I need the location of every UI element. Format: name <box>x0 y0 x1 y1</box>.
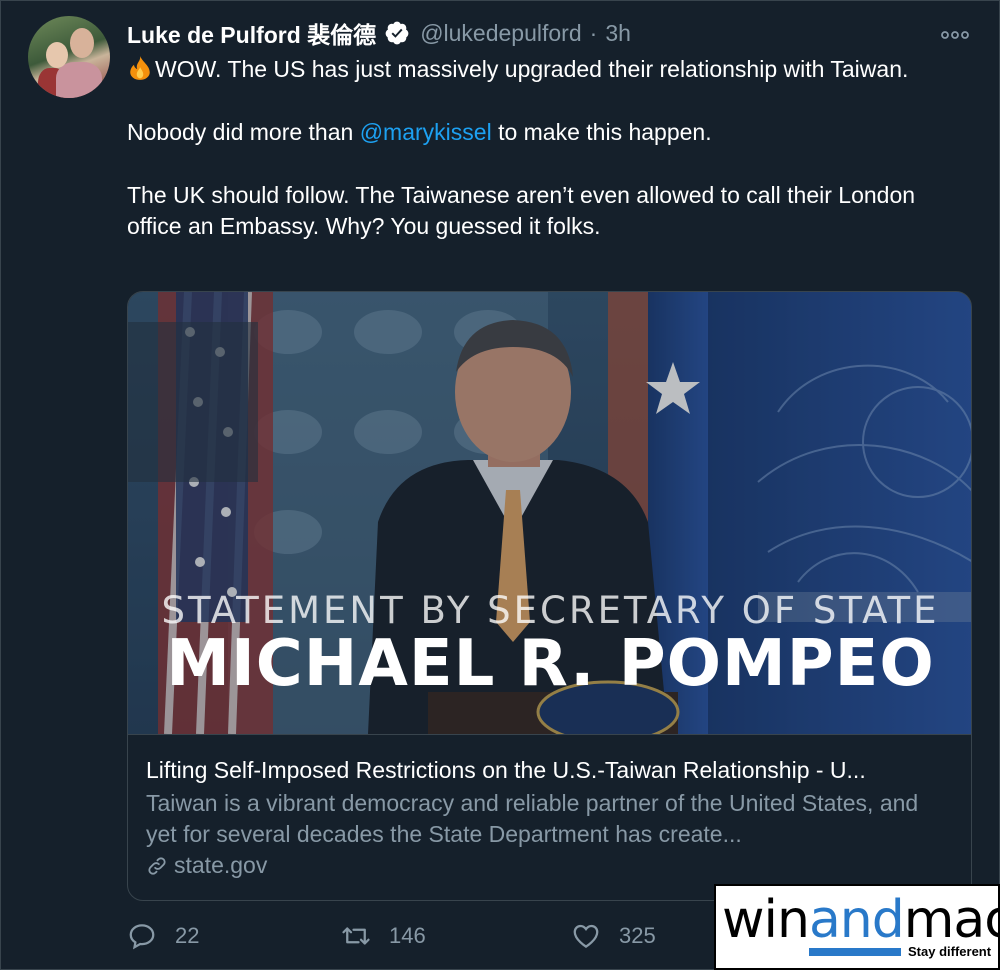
card-image-title: MICHAEL R. POMPEO <box>166 627 935 701</box>
avatar[interactable] <box>28 16 110 98</box>
watermark-underline <box>809 948 901 956</box>
watermark-part-1: win <box>722 890 810 950</box>
link-icon <box>148 856 166 875</box>
tweet-paragraph-1: WOW. The US has just massively upgraded … <box>127 54 947 85</box>
tweet-line-1: WOW. The US has just massively upgraded … <box>155 56 909 82</box>
fire-icon <box>130 56 150 80</box>
card-image[interactable]: STATEMENT BY SECRETARY OF STATE MICHAEL … <box>128 292 971 734</box>
tweet-line-2-before: Nobody did more than <box>127 119 360 145</box>
card-domain-text: state.gov <box>174 852 268 878</box>
tweet-header: Luke de Pulford 裴倫德 @lukedepulford · 3h <box>127 17 631 49</box>
retweet-icon <box>342 927 370 945</box>
like-button[interactable]: 325 <box>571 916 656 956</box>
tweet-text: WOW. The US has just massively upgraded … <box>127 54 947 274</box>
reply-button[interactable]: 22 <box>127 916 199 956</box>
tweet-line-2-after: to make this happen. <box>491 119 712 145</box>
author-handle[interactable]: @lukedepulford <box>420 20 581 47</box>
link-card[interactable]: STATEMENT BY SECRETARY OF STATE MICHAEL … <box>127 291 972 901</box>
tweet-line-3: The UK should follow. The Taiwanese aren… <box>127 182 916 239</box>
card-title[interactable]: Lifting Self-Imposed Restrictions on the… <box>146 755 955 785</box>
card-image-subtitle: STATEMENT BY SECRETARY OF STATE <box>161 589 940 632</box>
reply-count: 22 <box>175 923 200 948</box>
watermark-text: winandmac <box>722 890 1000 950</box>
verified-badge-icon <box>385 21 409 45</box>
retweet-count: 146 <box>389 923 426 948</box>
author-name[interactable]: Luke de Pulford 裴倫德 <box>127 16 376 50</box>
card-domain[interactable]: state.gov <box>146 852 955 879</box>
header-separator: · <box>589 19 598 46</box>
more-options-icon[interactable] <box>941 21 969 47</box>
tweet-paragraph-2: Nobody did more than @marykissel to make… <box>127 117 947 148</box>
watermark-part-3: mac <box>903 890 1000 950</box>
card-info[interactable]: Lifting Self-Imposed Restrictions on the… <box>128 734 971 900</box>
like-count: 325 <box>619 923 656 948</box>
tweet-paragraph-3: The UK should follow. The Taiwanese aren… <box>127 180 947 242</box>
heart-icon <box>573 924 599 948</box>
retweet-button[interactable]: 146 <box>341 916 426 956</box>
tweet[interactable]: Luke de Pulford 裴倫德 @lukedepulford · 3h … <box>0 0 1000 970</box>
tweet-timestamp[interactable]: 3h <box>605 20 631 47</box>
watermark-tagline: Stay different <box>908 944 992 959</box>
watermark-logo: winandmac Stay different <box>714 884 1000 970</box>
mention-link[interactable]: @marykissel <box>360 119 492 145</box>
card-description: Taiwan is a vibrant democracy and reliab… <box>146 790 919 847</box>
reply-icon <box>129 924 155 950</box>
watermark-part-2: and <box>808 890 905 950</box>
